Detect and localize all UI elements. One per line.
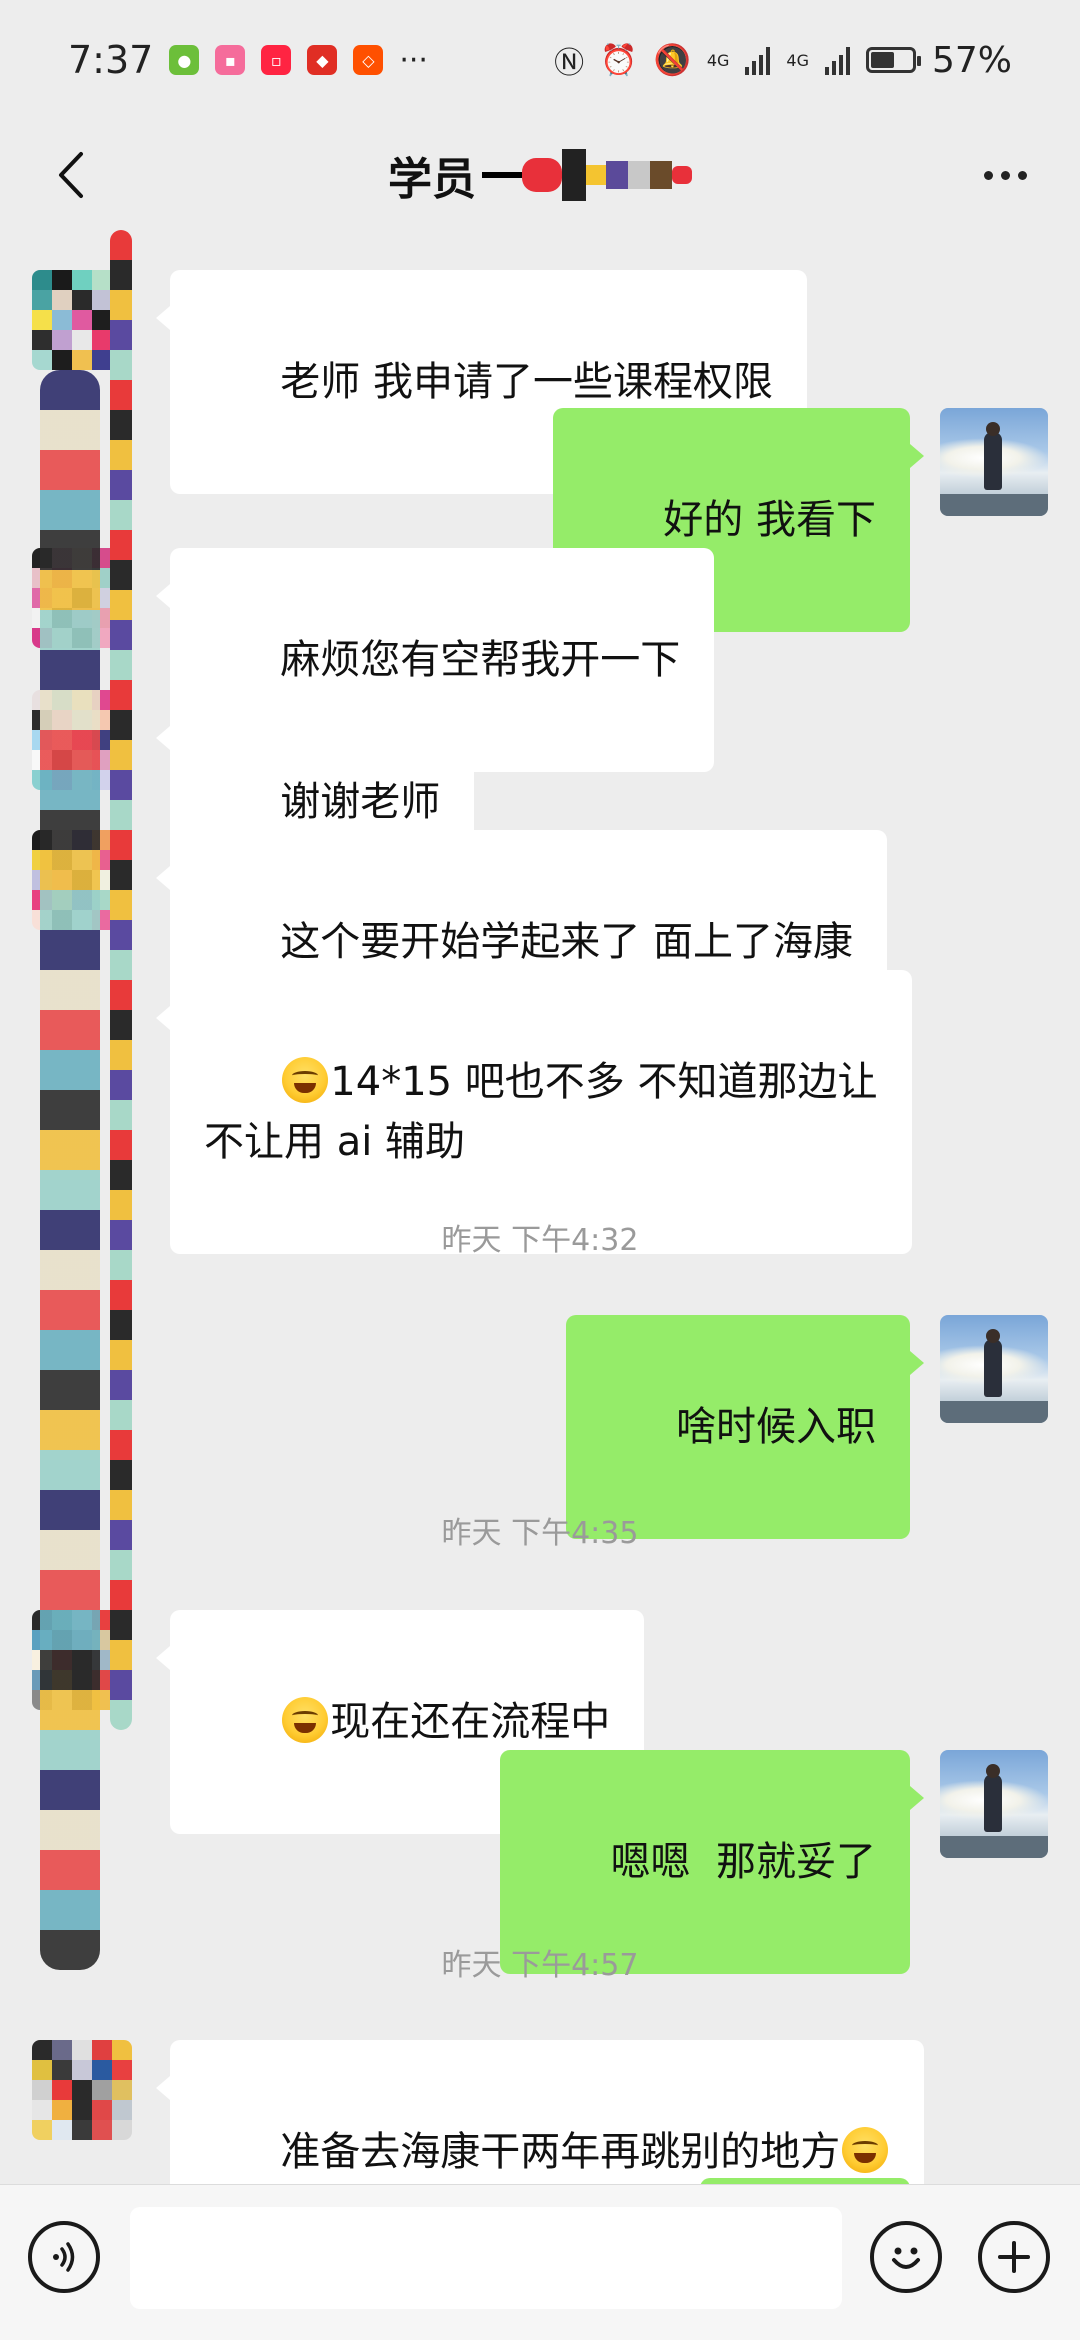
contact-avatar[interactable] [32, 2040, 132, 2140]
message-text: 好的 我看下 [663, 497, 876, 543]
message-input[interactable] [130, 2207, 842, 2309]
message-text: 嗯嗯 那就妥了 [610, 1839, 876, 1885]
avatar-person [984, 1339, 1002, 1397]
message-bubble-outgoing[interactable]: 啥时候入职 [565, 1315, 925, 1539]
message-text-line2: 不让用 ai 辅助 [204, 1119, 466, 1165]
message-bubble-incoming[interactable]: 14*15 吧也不多 不知道那边让不让用 ai 辅助 [156, 970, 912, 1254]
avatar-head [986, 1764, 1000, 1778]
chat-screen: 7:37 ● ▪ ▫ ◆ ◇ ··· Ⓝ ⏰ 🔕 4G 4G 57% 学员 老师… [0, 0, 1080, 2340]
message-text-line1: 14*15 吧也不多 不知道那边让 [330, 1059, 878, 1105]
message-timestamp: 昨天 下午4:32 [441, 1223, 639, 1258]
status-time: 7:37 [68, 38, 154, 82]
pinduoduo-notification-icon: ◆ [307, 45, 338, 75]
signal-icon [745, 45, 771, 75]
smiley-icon [892, 2247, 920, 2269]
more-dot [983, 170, 993, 180]
chat-title: 学员 [388, 154, 476, 205]
battery-percent: 57% [931, 39, 1012, 81]
my-avatar[interactable] [940, 408, 1048, 516]
title-wrap: 学员 [388, 143, 692, 207]
message-text: 谢谢老师 [280, 779, 441, 825]
network-type-label: 4G [706, 50, 730, 70]
back-button[interactable] [40, 142, 100, 208]
voice-icon [53, 2242, 75, 2272]
status-right: Ⓝ ⏰ 🔕 4G 4G 57% [554, 38, 1012, 82]
plus-button[interactable] [978, 2221, 1050, 2293]
chat-header: 学员 [0, 120, 1080, 230]
avatar-ground [940, 1836, 1048, 1858]
laughing-crying-emoji-icon [282, 1697, 329, 1743]
more-button[interactable] [970, 142, 1040, 208]
message-timestamp: 昨天 下午4:35 [441, 1516, 639, 1551]
network-type-label-2: 4G [786, 50, 809, 70]
laughing-crying-emoji-icon [842, 2127, 889, 2173]
alarm-icon: ⏰ [600, 42, 638, 78]
avatar-ground [940, 1401, 1048, 1423]
avatar-ground [940, 494, 1048, 516]
signal-icon-2 [824, 45, 850, 75]
message-text: 准备去海康干两年再跳别的地方 [280, 2129, 841, 2175]
message-text: 麻烦您有空帮我开一下 [280, 637, 681, 683]
battery-icon [865, 47, 921, 73]
plus-icon [998, 2241, 1030, 2273]
message-list[interactable]: 老师 我申请了一些课程权限 好的 我看下 麻烦您有空帮我开一下 谢谢老师 这个要… [0, 230, 1080, 2185]
voice-button[interactable] [28, 2221, 100, 2293]
avatar-person [984, 432, 1002, 490]
more-notifications-icon: ··· [399, 42, 428, 78]
message-text: 啥时候入职 [676, 1404, 876, 1450]
message-bubble-incoming[interactable]: 准备去海康干两年再跳别的地方 [155, 2040, 925, 2185]
chevron-left-icon [59, 152, 83, 198]
status-left: 7:37 ● ▪ ▫ ◆ ◇ ··· [68, 38, 428, 82]
my-avatar[interactable] [940, 1750, 1048, 1858]
battery-fill [870, 52, 894, 68]
more-dot [1017, 170, 1027, 180]
xiaohongshu-notification-icon: ▫ [261, 45, 292, 75]
taobao-notification-icon: ◇ [353, 45, 384, 75]
status-bar: 7:37 ● ▪ ▫ ◆ ◇ ··· Ⓝ ⏰ 🔕 4G 4G 57% [0, 0, 1080, 120]
laughing-crying-emoji-icon [282, 1057, 329, 1103]
emoji-button[interactable] [870, 2221, 942, 2293]
redaction-streak [110, 230, 132, 1730]
my-avatar[interactable] [940, 1315, 1048, 1423]
message-text: 老师 我申请了一些课程权限 [280, 359, 774, 405]
avatar-head [986, 1329, 1000, 1343]
input-bar [0, 2184, 1080, 2340]
app-notification-icon: ● [169, 45, 200, 75]
avatar-person [984, 1774, 1002, 1832]
nfc-icon: Ⓝ [554, 46, 585, 81]
avatar-head [986, 422, 1000, 436]
message-text: 现在还在流程中 [330, 1699, 611, 1745]
bilibili-notification-icon: ▪ [215, 45, 246, 75]
message-timestamp: 昨天 下午4:57 [441, 1948, 639, 1983]
mute-icon: 🔕 [653, 42, 691, 78]
more-dot [1000, 170, 1010, 180]
redacted-name [482, 145, 692, 205]
message-text: 这个要开始学起来了 面上了海康 [280, 919, 854, 965]
redaction-streak [40, 370, 100, 1970]
